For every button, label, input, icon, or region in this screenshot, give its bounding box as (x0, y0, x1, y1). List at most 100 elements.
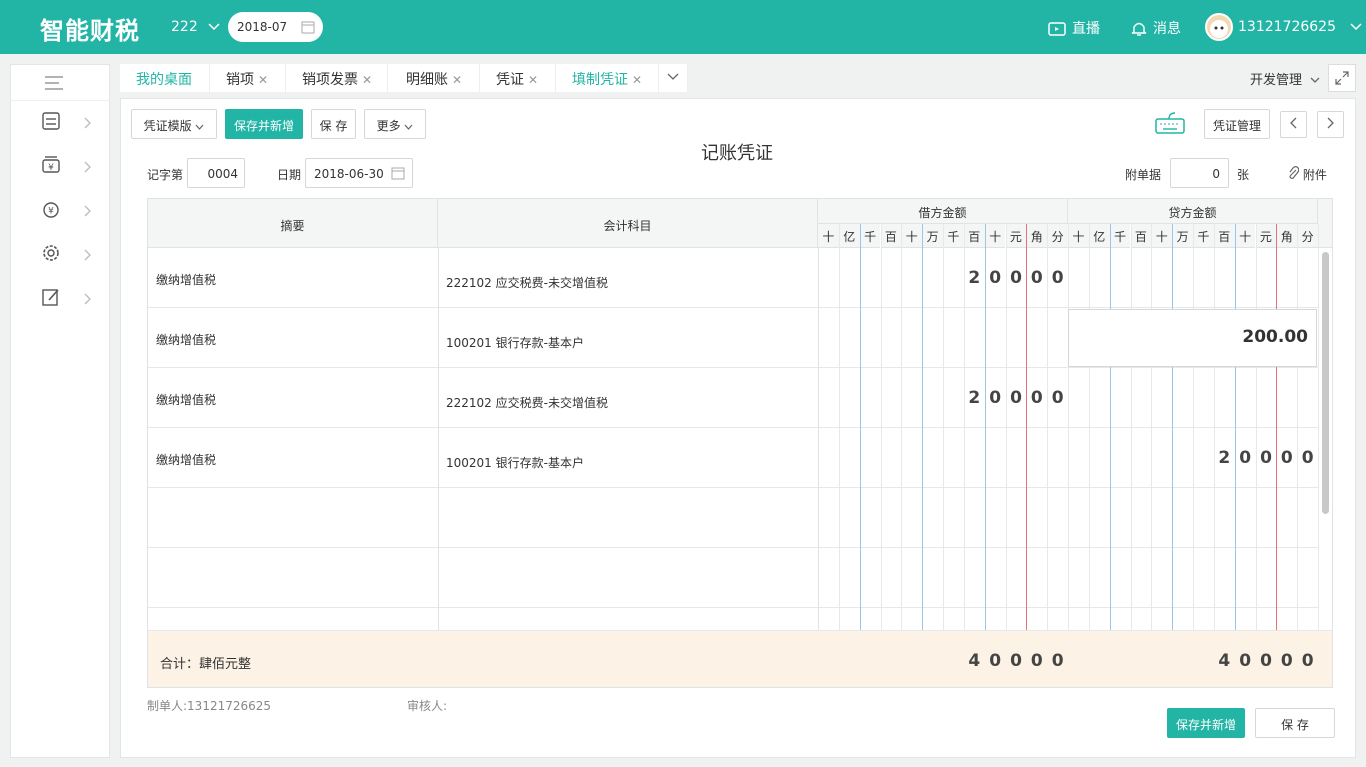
total-digit: 0 (1010, 651, 1022, 671)
voucher-management-button[interactable]: 凭证管理 (1204, 109, 1270, 139)
avatar-face-icon (1210, 20, 1228, 38)
unit-header: 百 (1213, 224, 1235, 248)
total-digit: 0 (1260, 651, 1272, 671)
amount-digit: 0 (1010, 268, 1022, 288)
table-row[interactable]: 缴纳增值税 222102 应交税费-未交增值税 2 0 0 0 0 (148, 248, 1318, 308)
grid-line (922, 224, 924, 687)
date-input[interactable]: 2018-06-30 (305, 158, 413, 188)
grid-line (859, 224, 861, 687)
grid-line (1005, 224, 1007, 687)
voucher-number-input[interactable]: 0004 (187, 158, 245, 188)
sidebar-item-vouchers[interactable] (11, 101, 109, 145)
close-icon[interactable]: ✕ (452, 73, 462, 87)
unit-header: 十 (818, 224, 839, 248)
summary-cell[interactable]: 缴纳增值税 (156, 271, 216, 288)
footer-save-button[interactable]: 保 存 (1255, 708, 1335, 738)
summary-cell[interactable]: 缴纳增值税 (156, 331, 216, 348)
save-button[interactable]: 保 存 (311, 109, 356, 139)
sidebar-item-settings[interactable] (11, 233, 109, 277)
dev-menu[interactable]: 开发管理 (1250, 69, 1320, 88)
amount-digit: 0 (1260, 448, 1272, 468)
tab-label: 明细账 (406, 72, 448, 88)
footer-save-new-button[interactable]: 保存并新增 (1167, 708, 1245, 738)
dev-menu-label: 开发管理 (1250, 73, 1303, 88)
user-name: 13121726625 (1238, 19, 1336, 35)
credit-amount-input[interactable]: 200.00 (1068, 309, 1317, 367)
live-button[interactable]: 直播 (1048, 18, 1100, 38)
scroll-gutter (1318, 199, 1332, 248)
account-cell[interactable]: 100201 银行存款-基本户 (446, 334, 584, 351)
total-digit: 0 (989, 651, 1002, 671)
prev-button[interactable] (1280, 111, 1307, 138)
unit-header: 千 (859, 224, 881, 248)
more-dropdown[interactable]: 更多 (364, 109, 426, 139)
date-value: 2018-06-30 (314, 167, 384, 181)
sidebar: ¥ ¥ (10, 64, 110, 758)
more-label: 更多 (376, 119, 401, 133)
tabs-more-button[interactable] (659, 64, 688, 92)
tab-ledger[interactable]: 明细账 ✕ (388, 64, 480, 92)
grid-line (1318, 224, 1319, 687)
close-icon[interactable]: ✕ (258, 73, 268, 87)
live-label: 直播 (1072, 21, 1100, 37)
user-menu[interactable]: 13121726625 (1238, 19, 1362, 35)
account-cell[interactable]: 222102 应交税费-未交增值税 (446, 394, 608, 411)
amount-digit: 0 (1051, 388, 1064, 408)
attachment-button[interactable]: 附件 (1288, 166, 1327, 183)
tab-desktop[interactable]: 我的桌面 (120, 64, 210, 92)
chevron-right-icon (84, 293, 91, 305)
next-button[interactable] (1317, 111, 1344, 138)
template-dropdown[interactable]: 凭证模版 (131, 109, 217, 139)
sidebar-item-cash[interactable]: ¥ (11, 145, 109, 189)
close-icon[interactable]: ✕ (632, 73, 642, 87)
unit-header: 亿 (1088, 224, 1110, 248)
bell-icon (1131, 22, 1147, 36)
account-cell[interactable]: 222102 应交税费-未交增值税 (446, 274, 608, 291)
tab-sales[interactable]: 销项 ✕ (210, 64, 286, 92)
close-icon[interactable]: ✕ (362, 73, 372, 87)
amount-digit: 0 (1030, 388, 1043, 408)
tab-label: 销项 (226, 72, 254, 88)
table-row[interactable]: 缴纳增值税 100201 银行存款-基本户 2 0 0 0 0 (148, 428, 1318, 488)
period-picker[interactable]: 2018-07 (228, 12, 323, 42)
amount-digit: 0 (989, 388, 1002, 408)
unit-header: 角 (1026, 224, 1048, 248)
summary-cell[interactable]: 缴纳增值税 (156, 391, 216, 408)
table-row[interactable] (148, 488, 1318, 548)
grid-line (1234, 224, 1236, 687)
messages-button[interactable]: 消息 (1131, 18, 1181, 38)
amount-digit: 0 (1030, 268, 1043, 288)
column-header-account: 会计科目 (438, 199, 818, 248)
close-icon[interactable]: ✕ (528, 73, 538, 87)
sidebar-item-edit[interactable] (11, 277, 109, 321)
avatar[interactable] (1205, 13, 1233, 41)
unit-header: 千 (1193, 224, 1214, 248)
messages-label: 消息 (1153, 21, 1181, 37)
grid-line (1130, 224, 1132, 687)
tab-voucher[interactable]: 凭证 ✕ (480, 64, 556, 92)
table-row[interactable] (148, 548, 1318, 608)
scrollbar[interactable] (1322, 252, 1329, 514)
unit-header: 百 (963, 224, 985, 248)
tab-fill-voucher[interactable]: 填制凭证 ✕ (556, 64, 659, 92)
amount-digit: 2 (1218, 448, 1231, 468)
grid-line (963, 224, 965, 687)
sidebar-toggle[interactable] (11, 65, 109, 101)
grid-line (838, 224, 840, 687)
summary-cell[interactable]: 缴纳增值税 (156, 451, 216, 468)
save-new-button[interactable]: 保存并新增 (225, 109, 303, 139)
maker-label: 制单人:13121726625 (147, 699, 272, 713)
unit-header: 十 (1068, 224, 1089, 248)
grid-line (1276, 224, 1278, 687)
keyboard-icon[interactable] (1155, 111, 1185, 135)
grid-line (880, 224, 882, 687)
fullscreen-button[interactable] (1328, 64, 1356, 92)
tab-sales-invoice[interactable]: 销项发票 ✕ (286, 64, 388, 92)
sidebar-item-tax[interactable]: ¥ (11, 189, 109, 233)
voucher-table: 摘要 会计科目 借方金额 贷方金额 十亿千百十万千百十元角分十亿千百十万千百十元… (147, 198, 1333, 688)
account-cell[interactable]: 100201 银行存款-基本户 (446, 454, 584, 471)
attach-count-input[interactable]: 0 (1170, 158, 1229, 188)
total-row: 合计：肆佰元整 4000040000 (148, 630, 1332, 687)
table-row[interactable]: 缴纳增值税 222102 应交税费-未交增值税 2 0 0 0 0 (148, 368, 1318, 428)
company-selector[interactable]: 222 (171, 19, 220, 35)
